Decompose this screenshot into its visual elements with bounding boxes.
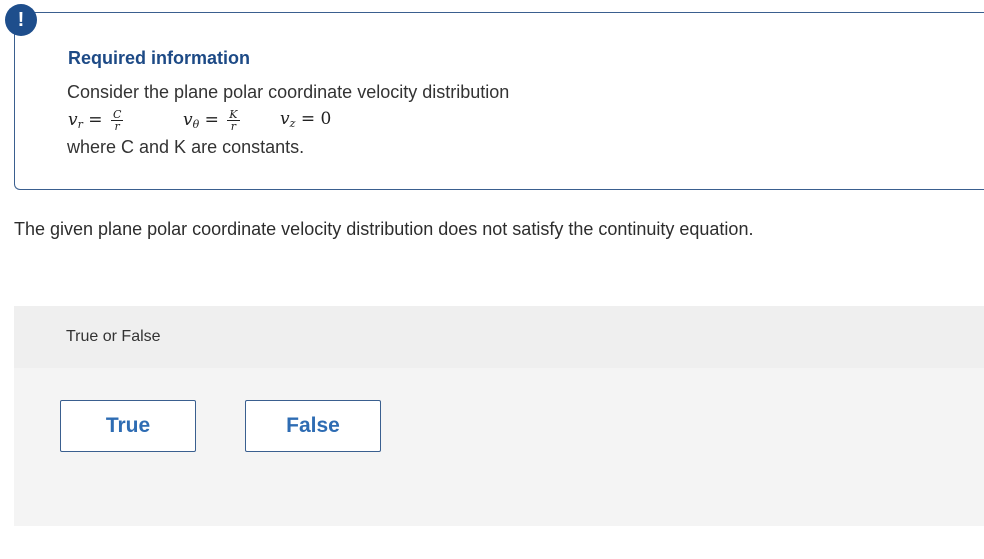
answer-header: True or False xyxy=(14,306,984,368)
formula-vz: vz = 0 xyxy=(280,109,332,130)
false-button[interactable]: False xyxy=(245,400,381,452)
info-footnote: where C and K are constants. xyxy=(67,137,305,157)
info-intro-text: Consider the plane polar coordinate velo… xyxy=(67,82,510,102)
question-text: The given plane polar coordinate velocit… xyxy=(14,219,754,239)
info-title: Required information xyxy=(68,48,251,68)
alert-icon: ! xyxy=(5,4,37,36)
answer-panel: True or False True False xyxy=(14,306,984,526)
formula-vtheta: vθ = Kr xyxy=(183,108,240,133)
true-button[interactable]: True xyxy=(60,400,196,452)
formula-vr: vr = Cr xyxy=(68,108,124,133)
answer-type-label: True or False xyxy=(66,328,161,345)
